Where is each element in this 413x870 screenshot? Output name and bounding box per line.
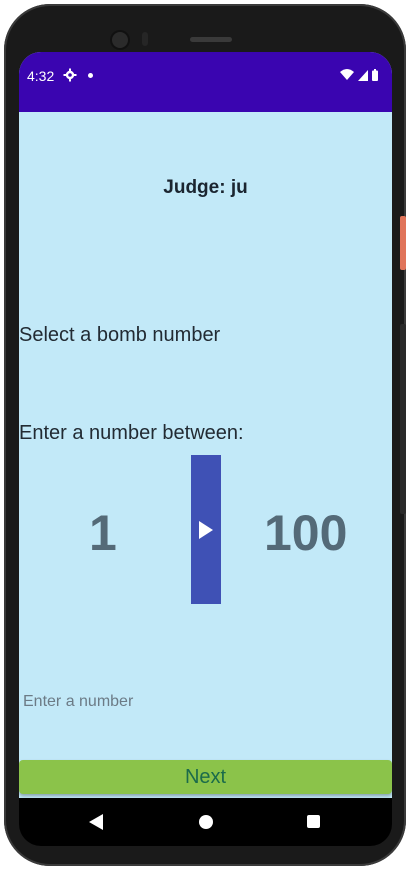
range-prompt-label: Enter a number between:: [19, 422, 244, 444]
sensor: [142, 32, 148, 46]
play-arrow-icon: [199, 520, 213, 539]
range-arrow: [191, 455, 221, 604]
judge-title: Judge: ju: [163, 177, 248, 198]
back-icon[interactable]: [89, 814, 103, 830]
earpiece-speaker: [190, 37, 232, 42]
signal-icon: [358, 70, 368, 81]
status-icons: [340, 69, 378, 81]
volume-rocker[interactable]: [400, 324, 406, 514]
navigation-bar: [19, 798, 392, 846]
notification-dot-icon: [88, 73, 93, 78]
battery-icon: [372, 69, 378, 81]
select-bomb-label: Select a bomb number: [19, 324, 221, 346]
range-high-value: 100: [264, 505, 348, 561]
wifi-icon: [340, 69, 354, 80]
range-low-value: 1: [89, 505, 117, 561]
power-button[interactable]: [400, 216, 406, 270]
home-icon[interactable]: [199, 815, 213, 829]
next-button[interactable]: Next: [19, 760, 392, 794]
recents-icon[interactable]: [307, 815, 320, 828]
status-bar: 4:32: [19, 52, 392, 112]
front-camera: [112, 32, 128, 48]
status-time: 4:32: [27, 68, 55, 84]
gear-icon: [63, 68, 77, 82]
app-screen: 4:32 Judge: ju Select a bomb number Ente…: [19, 52, 392, 798]
